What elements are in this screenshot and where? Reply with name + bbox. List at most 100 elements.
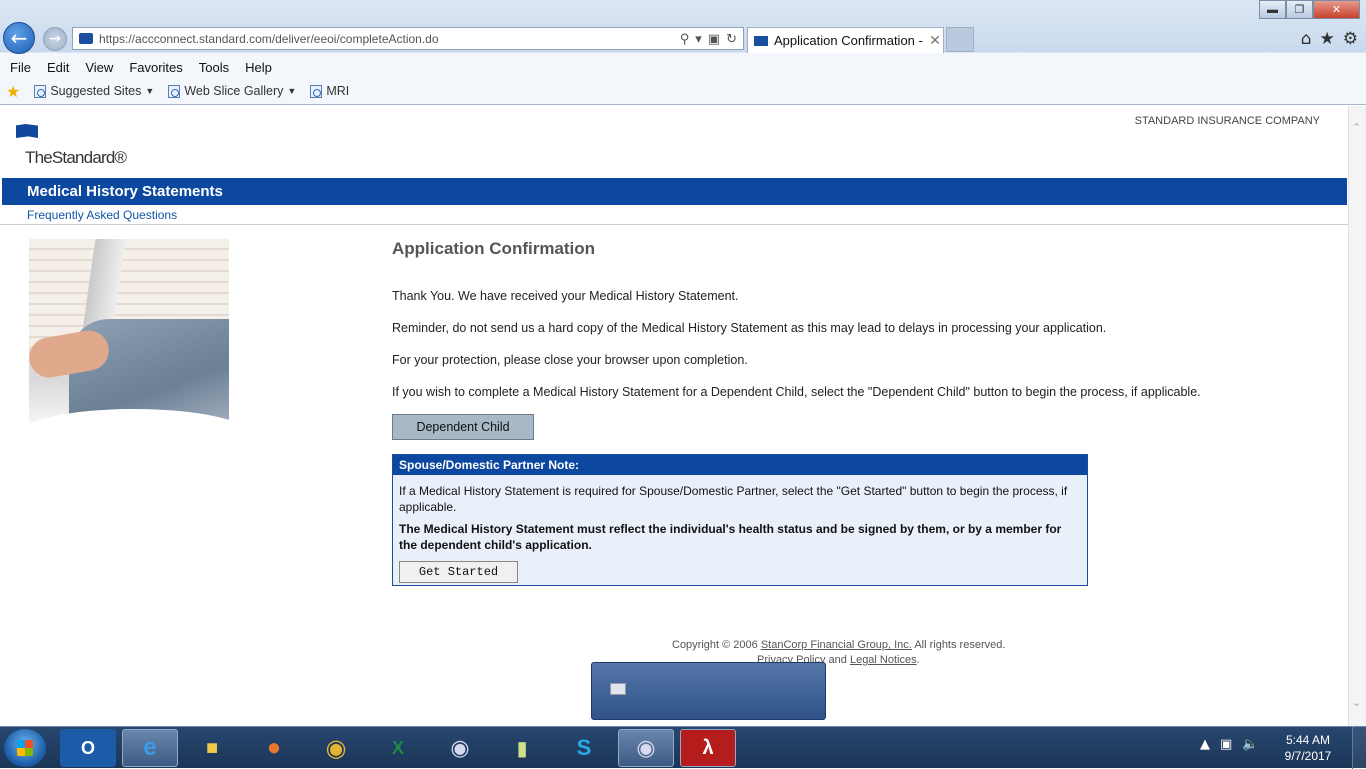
- forward-arrow-icon[interactable]: →: [43, 27, 67, 51]
- window-close-icon[interactable]: ✕: [1313, 0, 1360, 19]
- photo-wave: [29, 409, 229, 439]
- lock-icon[interactable]: ▣: [708, 31, 720, 47]
- page-title: Application Confirmation: [392, 239, 596, 258]
- logo-text[interactable]: TheStandard®: [25, 148, 127, 168]
- page-icon: [310, 84, 323, 98]
- menu-tools[interactable]: Tools: [199, 60, 229, 75]
- dropdown-icon[interactable]: ▾: [695, 31, 702, 47]
- standard-flag-logo-icon[interactable]: [16, 124, 38, 138]
- start-button[interactable]: [4, 729, 46, 767]
- star-icon[interactable]: ★: [1320, 29, 1335, 49]
- chevron-down-icon[interactable]: ▼: [145, 86, 154, 96]
- page-icon: [34, 84, 47, 98]
- show-hidden-icons-icon[interactable]: ▲: [1200, 737, 1210, 752]
- scroll-up-icon[interactable]: ⌃: [1352, 121, 1361, 134]
- note-bold-text: The Medical History Statement must refle…: [399, 522, 1062, 552]
- minimize-icon[interactable]: ▬: [1259, 0, 1286, 19]
- favorite-label: Web Slice Gallery: [184, 84, 284, 98]
- tab-title: Application Confirmation - ...: [774, 33, 927, 48]
- clock-time: 5:44 AM: [1285, 733, 1331, 747]
- chrome-icon[interactable]: ◉: [308, 729, 364, 767]
- browser-chrome: ← → https://accconnect.standard.com/deli…: [0, 0, 1366, 105]
- outlook-icon[interactable]: O: [60, 729, 116, 767]
- rights-text: All rights reserved.: [914, 639, 1006, 651]
- spouse-note-box: Spouse/Domestic Partner Note: If a Medic…: [392, 454, 1088, 586]
- reminder-text: Reminder, do not send us a hard copy of …: [392, 321, 1107, 335]
- skype-icon[interactable]: S: [556, 729, 612, 767]
- address-bar[interactable]: https://accconnect.standard.com/deliver/…: [72, 27, 744, 50]
- internet-explorer-icon[interactable]: e: [122, 729, 178, 767]
- copyright-text: Copyright © 2006: [672, 639, 758, 651]
- clock-date: 9/7/2017: [1284, 749, 1332, 763]
- dependent-child-button[interactable]: Dependent Child: [392, 414, 534, 440]
- system-tray: ▲ ▣ 🔈: [1200, 737, 1258, 752]
- confirmation-text: Thank You. We have received your Medical…: [392, 289, 739, 303]
- new-tab-button[interactable]: [946, 27, 974, 52]
- dependent-child-instructions: If you wish to complete a Medical Histor…: [392, 385, 1201, 399]
- page-section-title: Medical History Statements: [27, 183, 223, 200]
- note-title: Spouse/Domestic Partner Note:: [393, 455, 1087, 475]
- home-icon[interactable]: ⌂: [1301, 29, 1312, 49]
- file-explorer-icon[interactable]: ■: [184, 729, 240, 767]
- legal-notices-link[interactable]: Legal Notices: [850, 654, 917, 666]
- faq-link[interactable]: Frequently Asked Questions: [27, 208, 177, 222]
- favorites-bar: ★ Suggested Sites ▼ Web Slice Gallery ▼ …: [0, 80, 1366, 102]
- gear-icon[interactable]: ⚙: [1343, 29, 1358, 49]
- header-band: Medical History Statements: [2, 178, 1347, 205]
- sticky-notes-icon[interactable]: ▮: [494, 729, 550, 767]
- search-icon[interactable]: ⚲: [680, 31, 690, 47]
- address-tools: ⚲ ▾ ▣ ↻: [680, 31, 743, 47]
- windows-taskbar: O e ■ ● ◉ X ◉ ▮ S ◉ λ ▲ ▣ 🔈 5:44 AM 9/7/…: [0, 726, 1366, 769]
- note-body: If a Medical History Statement is requir…: [393, 475, 1087, 583]
- menu-bar: File Edit View Favorites Tools Help: [0, 56, 1366, 78]
- favorite-label: MRI: [326, 84, 350, 98]
- network-icon[interactable]: ▣: [1220, 737, 1232, 752]
- refresh-icon[interactable]: ↻: [726, 31, 737, 47]
- favorite-suggested-sites[interactable]: Suggested Sites ▼: [34, 84, 154, 98]
- and-text: and: [828, 654, 847, 666]
- scroll-down-icon[interactable]: ⌄: [1352, 696, 1361, 709]
- firefox-icon[interactable]: ●: [246, 729, 302, 767]
- page-icon: [168, 84, 181, 98]
- url-text[interactable]: https://accconnect.standard.com/deliver/…: [99, 32, 680, 46]
- web-page: TheStandard® STANDARD INSURANCE COMPANY …: [0, 106, 1348, 726]
- tab-application-confirmation[interactable]: Application Confirmation - ... ✕: [747, 27, 944, 53]
- menu-favorites[interactable]: Favorites: [129, 60, 182, 75]
- get-started-button[interactable]: Get Started: [399, 561, 518, 583]
- menu-edit[interactable]: Edit: [47, 60, 69, 75]
- favorite-mri[interactable]: MRI: [310, 84, 349, 98]
- favorite-label: Suggested Sites: [50, 84, 142, 98]
- tab-favicon-icon: [754, 35, 768, 46]
- browser-tools: ⌂ ★ ⚙: [1301, 29, 1358, 49]
- windows-logo-icon: [17, 740, 33, 756]
- show-desktop-button[interactable]: [1352, 727, 1366, 769]
- taskbar-preview-popup[interactable]: [591, 662, 826, 720]
- stancorp-link[interactable]: StanCorp Financial Group, Inc.: [761, 639, 912, 651]
- menu-help[interactable]: Help: [245, 60, 272, 75]
- add-favorite-star-icon[interactable]: ★: [6, 82, 20, 101]
- period-text: .: [916, 654, 920, 666]
- chevron-down-icon[interactable]: ▼: [287, 86, 296, 96]
- close-icon[interactable]: ✕: [927, 32, 943, 49]
- company-name: STANDARD INSURANCE COMPANY: [1134, 115, 1320, 127]
- clock[interactable]: 5:44 AM 9/7/2017: [1282, 732, 1334, 764]
- excel-icon[interactable]: X: [370, 729, 426, 767]
- note-text: If a Medical History Statement is requir…: [399, 484, 1068, 514]
- vertical-scrollbar[interactable]: ⌃ ⌄: [1348, 106, 1366, 726]
- window-controls: ▬ ❐ ✕: [1259, 0, 1360, 19]
- divider: [0, 224, 1348, 225]
- acrobat-icon[interactable]: λ: [680, 729, 736, 767]
- title-bar: ← → https://accconnect.standard.com/deli…: [0, 0, 1366, 56]
- eclipse-icon[interactable]: ◉: [618, 729, 674, 767]
- laptop-photo: [29, 239, 229, 439]
- favorite-web-slice-gallery[interactable]: Web Slice Gallery ▼: [168, 84, 296, 98]
- volume-icon[interactable]: 🔈: [1242, 737, 1258, 752]
- restore-icon[interactable]: ❐: [1286, 0, 1313, 19]
- menu-file[interactable]: File: [10, 60, 31, 75]
- site-favicon-icon: [79, 33, 93, 44]
- window-thumbnail-icon: [610, 683, 626, 695]
- copyright-line: Copyright © 2006 StanCorp Financial Grou…: [672, 638, 1005, 653]
- menu-view[interactable]: View: [85, 60, 113, 75]
- eclipse-icon[interactable]: ◉: [432, 729, 488, 767]
- back-arrow-icon[interactable]: ←: [3, 22, 35, 54]
